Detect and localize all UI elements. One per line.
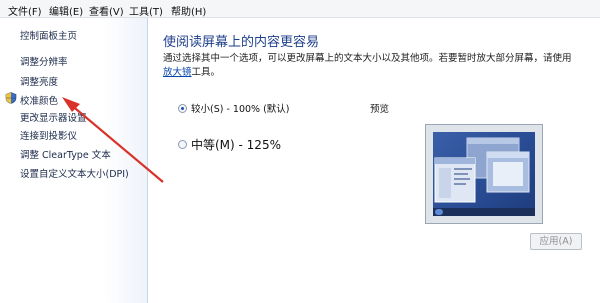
sidebar-item-adjust-resolution[interactable]: 调整分辨率: [20, 54, 68, 68]
sidebar-item-custom-dpi[interactable]: 设置自定义文本大小(DPI): [20, 166, 129, 180]
sidebar-item-control-panel-home[interactable]: 控制面板主页: [20, 28, 77, 42]
menu-tools[interactable]: 工具(T): [129, 3, 163, 18]
description-suffix: 工具。: [191, 67, 221, 78]
preview-monitor: [425, 124, 543, 224]
preview-windows-graphic: [433, 137, 535, 216]
preview-desktop: [433, 132, 535, 216]
sidebar-item-change-display-settings[interactable]: 更改显示器设置: [20, 110, 87, 124]
option-smaller-label[interactable]: 较小(S) - 100% (默认): [191, 101, 290, 115]
sidebar-item-calibrate-color[interactable]: 校准颜色: [20, 93, 58, 107]
menu-file[interactable]: 文件(F): [8, 3, 42, 18]
page-description: 通过选择其中一个选项，可以更改屏幕上的文本大小以及其他项。若要暂时放大部分屏幕，…: [163, 52, 573, 80]
description-text: 通过选择其中一个选项，可以更改屏幕上的文本大小以及其他项。若要暂时放大部分屏幕，…: [163, 53, 572, 64]
sidebar-item-adjust-brightness[interactable]: 调整亮度: [20, 74, 58, 88]
menu-edit[interactable]: 编辑(E): [49, 3, 83, 18]
magnifier-link[interactable]: 放大镜: [163, 67, 192, 78]
preview-label: 预览: [370, 104, 390, 115]
menu-bar: 文件(F) 编辑(E) 查看(V) 工具(T) 帮助(H): [0, 0, 600, 18]
menu-view[interactable]: 查看(V): [89, 3, 124, 18]
shield-icon: [5, 92, 17, 104]
page-title: 使阅读屏幕上的内容更容易: [163, 35, 320, 50]
option-medium-label[interactable]: 中等(M) - 125%: [191, 136, 281, 153]
apply-button[interactable]: 应用(A): [530, 233, 582, 250]
radio-medium[interactable]: [178, 140, 187, 149]
sidebar-item-adjust-cleartype[interactable]: 调整 ClearType 文本: [20, 147, 111, 161]
radio-smaller[interactable]: [178, 104, 187, 113]
menu-help[interactable]: 帮助(H): [171, 3, 206, 18]
sidebar-item-connect-projector[interactable]: 连接到投影仪: [20, 128, 77, 142]
